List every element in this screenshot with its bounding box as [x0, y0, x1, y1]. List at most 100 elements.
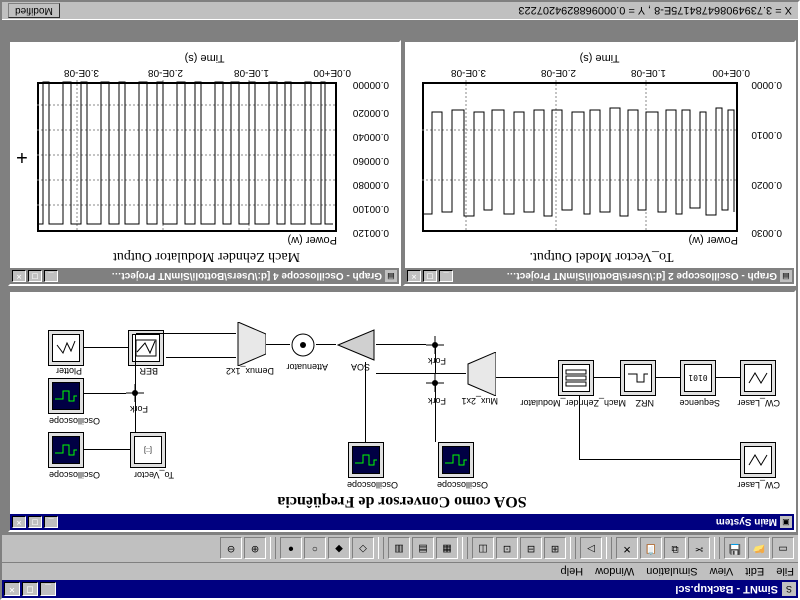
tool-13[interactable]: ⊖: [220, 538, 242, 560]
block-cw-laser-2[interactable]: [740, 360, 776, 396]
open-button[interactable]: 📂: [748, 538, 770, 560]
graph-right-xtitle: Time (s): [185, 52, 225, 64]
label-attenuator: Attenuator: [286, 362, 328, 372]
ytick: 0.00020: [353, 107, 389, 118]
block-oscilloscope-2[interactable]: [348, 442, 384, 478]
cut-button[interactable]: ✂: [688, 538, 710, 560]
child-maximize-button[interactable]: □: [28, 516, 42, 528]
tool-3[interactable]: ⊡: [496, 538, 518, 560]
label-fork3: Fork: [130, 404, 148, 414]
app-titlebar: S SimNT - Backup.scl _ □ ×: [2, 580, 798, 598]
main-system-title: Main System: [58, 517, 777, 528]
label-mux: Mux_2x1: [461, 396, 498, 406]
ytick: 0.00060: [353, 155, 389, 166]
block-oscilloscope-1[interactable]: [438, 442, 474, 478]
minimize-button[interactable]: _: [40, 582, 56, 596]
label-osc2: Oscilloscope: [347, 480, 398, 490]
graph-left-window-title: Graph - Oscilloscope 2 [d:\Users\Bottoli…: [453, 271, 777, 282]
block-sequence[interactable]: 0101: [680, 360, 716, 396]
tool-10[interactable]: ○: [304, 538, 326, 560]
block-oscilloscope-3[interactable]: [48, 432, 84, 468]
new-button[interactable]: ▭: [772, 538, 794, 560]
paste-button[interactable]: 📋: [640, 538, 662, 560]
block-nrz[interactable]: [620, 360, 656, 396]
label-fork1: Fork: [428, 396, 446, 406]
tool-8[interactable]: ◇: [352, 538, 374, 560]
main-system-window: ▣ Main System _ □ × SOA como Conversor d…: [8, 290, 796, 532]
delete-button[interactable]: ✕: [616, 538, 638, 560]
ytick: 0.0010: [751, 129, 782, 140]
graph-icon: ▤: [385, 270, 397, 282]
tool-2[interactable]: ⊟: [520, 538, 542, 560]
xtick: 1.0E-08: [631, 67, 666, 78]
graph-left-body: To_Vector Model Output. Power (w) 0.00: [405, 42, 794, 268]
maximize-button[interactable]: □: [22, 582, 38, 596]
tool-11[interactable]: ●: [280, 538, 302, 560]
graph-right-plot[interactable]: [37, 82, 337, 232]
child-maximize-button[interactable]: □: [423, 270, 437, 282]
block-cw-laser-1[interactable]: [740, 442, 776, 478]
menu-file[interactable]: File: [776, 566, 794, 578]
block-mux[interactable]: [466, 352, 496, 396]
block-soa[interactable]: [336, 325, 376, 362]
run-button[interactable]: ▷: [580, 538, 602, 560]
child-minimize-button[interactable]: _: [439, 270, 453, 282]
child-minimize-button[interactable]: _: [44, 270, 58, 282]
block-demux[interactable]: [236, 319, 266, 366]
app-icon: S: [782, 582, 796, 596]
block-ber[interactable]: [128, 330, 164, 366]
copy-button[interactable]: ⧉: [664, 538, 686, 560]
tool-1[interactable]: ⊞: [544, 538, 566, 560]
graph-left-titlebar[interactable]: ▤ Graph - Oscilloscope 2 [d:\Users\Botto…: [405, 268, 794, 284]
ytick: 0.00120: [353, 227, 389, 238]
diagram-canvas[interactable]: SOA como Conversor de Freqüência CW_Lase…: [10, 292, 794, 514]
tool-6[interactable]: ▤: [412, 538, 434, 560]
ytick: 0.0030: [751, 227, 782, 238]
xtick: 3.0E-08: [64, 67, 99, 78]
xtick: 1.0E-08: [234, 67, 269, 78]
child-close-button[interactable]: ×: [12, 270, 26, 282]
child-close-button[interactable]: ×: [407, 270, 421, 282]
window-icon: ▣: [780, 516, 792, 528]
child-minimize-button[interactable]: _: [44, 516, 58, 528]
diagram-title: SOA como Conversor de Freqüência: [277, 492, 526, 510]
child-close-button[interactable]: ×: [12, 516, 26, 528]
cursor-cross-icon: +: [16, 145, 28, 168]
save-button[interactable]: 💾: [724, 538, 746, 560]
menu-edit[interactable]: Edit: [745, 566, 764, 578]
block-oscilloscope-4[interactable]: [48, 378, 84, 414]
statusbar: X = 3.739490864784175E-8 , Y = 0.0009688…: [2, 2, 798, 20]
menu-simulation[interactable]: Simulation: [646, 566, 697, 578]
label-demux: Demux_1x2: [226, 366, 274, 376]
tool-12[interactable]: ⊕: [244, 538, 266, 560]
app-title: SimNT - Backup.scl: [56, 583, 778, 595]
graph-left-plot[interactable]: [422, 82, 738, 232]
menu-help[interactable]: Help: [561, 566, 584, 578]
tool-7[interactable]: ▥: [388, 538, 410, 560]
xtick: 2.0E-08: [148, 67, 183, 78]
block-to-vector[interactable]: [::]: [130, 432, 166, 468]
child-maximize-button[interactable]: □: [28, 270, 42, 282]
menu-view[interactable]: View: [710, 566, 734, 578]
toolbar: ▭ 📂 💾 ✂ ⧉ 📋 ✕ ▷ ⊞ ⊟ ⊡ ◫ ▦ ▤ ▥ ◇ ◆ ○ ● ⊕ …: [2, 534, 798, 562]
block-attenuator[interactable]: [290, 332, 316, 358]
ytick: 0.0000: [751, 79, 782, 90]
label-fork2: Fork: [428, 356, 446, 366]
label-soa: SOA: [351, 362, 370, 372]
block-mzm[interactable]: [558, 360, 594, 396]
tool-4[interactable]: ◫: [472, 538, 494, 560]
tool-5[interactable]: ▦: [436, 538, 458, 560]
graph-icon: ▤: [780, 270, 792, 282]
tool-9[interactable]: ◆: [328, 538, 350, 560]
label-ber: BER: [139, 366, 158, 376]
app-window: S SimNT - Backup.scl _ □ × File Edit Vie…: [0, 0, 800, 600]
graph-right-title: Mach Zehnder Modulator Output: [18, 248, 395, 264]
menu-window[interactable]: Window: [595, 566, 634, 578]
main-system-titlebar[interactable]: ▣ Main System _ □ ×: [10, 514, 794, 530]
label-plotter: Plotter: [56, 366, 82, 376]
block-plotter[interactable]: [48, 330, 84, 366]
ytick: 0.00000: [353, 79, 389, 90]
graph-right-titlebar[interactable]: ▤ Graph - Oscilloscope 4 [d:\Users\Botto…: [10, 268, 399, 284]
close-button[interactable]: ×: [4, 582, 20, 596]
xtick: 0.0E+00: [712, 67, 750, 78]
